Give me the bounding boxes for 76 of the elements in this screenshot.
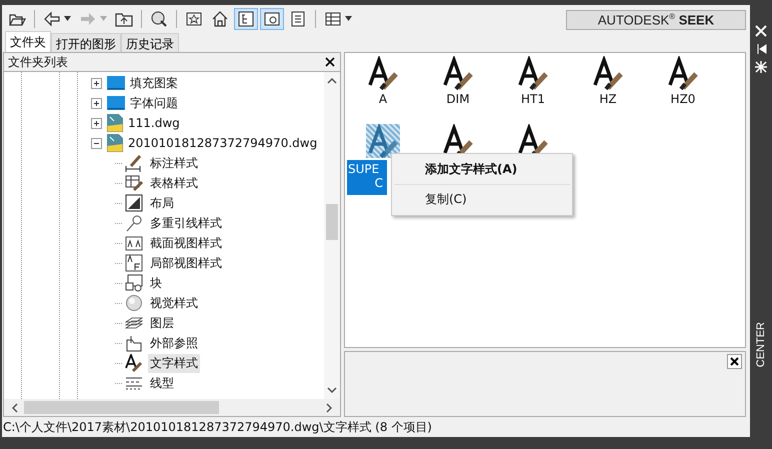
home-icon <box>211 10 229 28</box>
tree-item[interactable]: 111.dwg <box>126 115 182 131</box>
tree-item[interactable]: 表格样式 <box>148 174 200 192</box>
star-folder-icon <box>185 10 203 28</box>
drawing-file-icon <box>107 114 123 132</box>
tree-item[interactable]: 外部参照 <box>148 334 200 352</box>
palette-title: CENTER <box>755 322 767 367</box>
text-style-icon <box>125 354 143 372</box>
tree-item[interactable]: 图层 <box>148 314 176 332</box>
text-style-icon[interactable] <box>440 56 474 90</box>
vertical-scrollbar[interactable] <box>324 72 340 399</box>
collapse-icon[interactable] <box>91 138 102 148</box>
back-arrow-icon <box>43 10 61 28</box>
tab[interactable]: 打开的图形 <box>51 33 121 52</box>
tree-item[interactable]: 局部视图样式 <box>148 254 224 272</box>
expand-icon[interactable] <box>91 78 102 88</box>
grid-view-icon <box>324 10 342 28</box>
scroll-down-icon[interactable] <box>327 387 337 393</box>
scroll-right-icon[interactable] <box>326 402 332 412</box>
tree-item[interactable]: 线型 <box>148 374 176 392</box>
panel-title: 文件夹列表 <box>8 54 68 70</box>
toolbar-button[interactable] <box>234 8 258 30</box>
scroll-up-icon[interactable] <box>327 78 337 84</box>
section-view-icon <box>125 234 143 252</box>
menu-item[interactable]: 添加文字样式(A) <box>392 158 572 181</box>
pin-icon[interactable] <box>755 43 767 55</box>
autodesk-seek-button[interactable]: AUTODESK$^{®}$ SEEK <box>566 10 746 30</box>
scroll-left-icon[interactable] <box>12 402 18 412</box>
text-style-label[interactable]: SUPE C <box>347 160 387 195</box>
text-style-icon[interactable] <box>516 56 550 90</box>
expand-icon[interactable] <box>91 118 102 128</box>
text-style-label[interactable]: HZ <box>598 92 617 106</box>
reference-icon <box>125 334 143 352</box>
tab[interactable]: 文件夹 <box>5 31 51 52</box>
horizontal-scrollbar[interactable] <box>4 399 340 416</box>
tree-item[interactable]: 填充图案 <box>128 74 180 92</box>
text-style-icon[interactable] <box>366 56 400 90</box>
tree-item[interactable]: 字体问题 <box>128 94 180 112</box>
folder-icon <box>107 96 125 110</box>
folder-icon <box>107 76 125 90</box>
expand-icon[interactable] <box>91 98 102 108</box>
menu-item[interactable]: 复制(C) <box>392 188 572 211</box>
text-style-label[interactable]: DIM <box>445 92 470 106</box>
close-icon[interactable] <box>727 354 742 369</box>
text-style-label[interactable]: HZ0 <box>670 92 696 106</box>
text-style-label[interactable]: HT1 <box>520 92 545 106</box>
preview-icon <box>263 10 281 28</box>
table-icon <box>125 174 143 192</box>
text-style-icon[interactable] <box>590 56 624 90</box>
drawing-file-icon <box>107 134 123 152</box>
settings-icon[interactable] <box>755 61 767 73</box>
sphere-icon <box>125 294 143 312</box>
tree-view-icon <box>237 10 255 28</box>
scrollbar-thumb[interactable] <box>24 401 220 414</box>
tree-item[interactable]: 201010181287372794970.dwg <box>126 135 320 151</box>
block-icon <box>125 274 143 292</box>
close-icon[interactable] <box>325 57 335 67</box>
document-icon <box>289 10 307 28</box>
tree-item[interactable]: 块 <box>148 274 164 292</box>
tree-item[interactable]: 多重引线样式 <box>148 214 224 232</box>
tree-item[interactable]: 截面视图样式 <box>148 234 224 252</box>
status-text: C:\个人文件\2017素材\201010181287372794970.dwg\文字样式 (8 个项目) <box>3 420 432 434</box>
scrollbar-thumb[interactable] <box>326 204 338 240</box>
tab[interactable]: 历史记录 <box>121 33 179 52</box>
layout-icon <box>125 194 143 212</box>
text-style-label[interactable]: A <box>378 92 388 106</box>
tree-item[interactable]: 布局 <box>148 194 176 212</box>
text-style-icon[interactable] <box>666 56 700 90</box>
dimension-icon <box>125 154 143 172</box>
tree-item[interactable]: 文字样式 <box>148 354 200 372</box>
tree-item[interactable]: 视觉样式 <box>148 294 200 312</box>
detail-view-icon <box>125 254 143 272</box>
tree-item[interactable]: 标注样式 <box>148 154 200 172</box>
search-icon <box>150 10 168 28</box>
leader-icon <box>125 214 143 232</box>
toolbar-button[interactable] <box>260 8 284 30</box>
